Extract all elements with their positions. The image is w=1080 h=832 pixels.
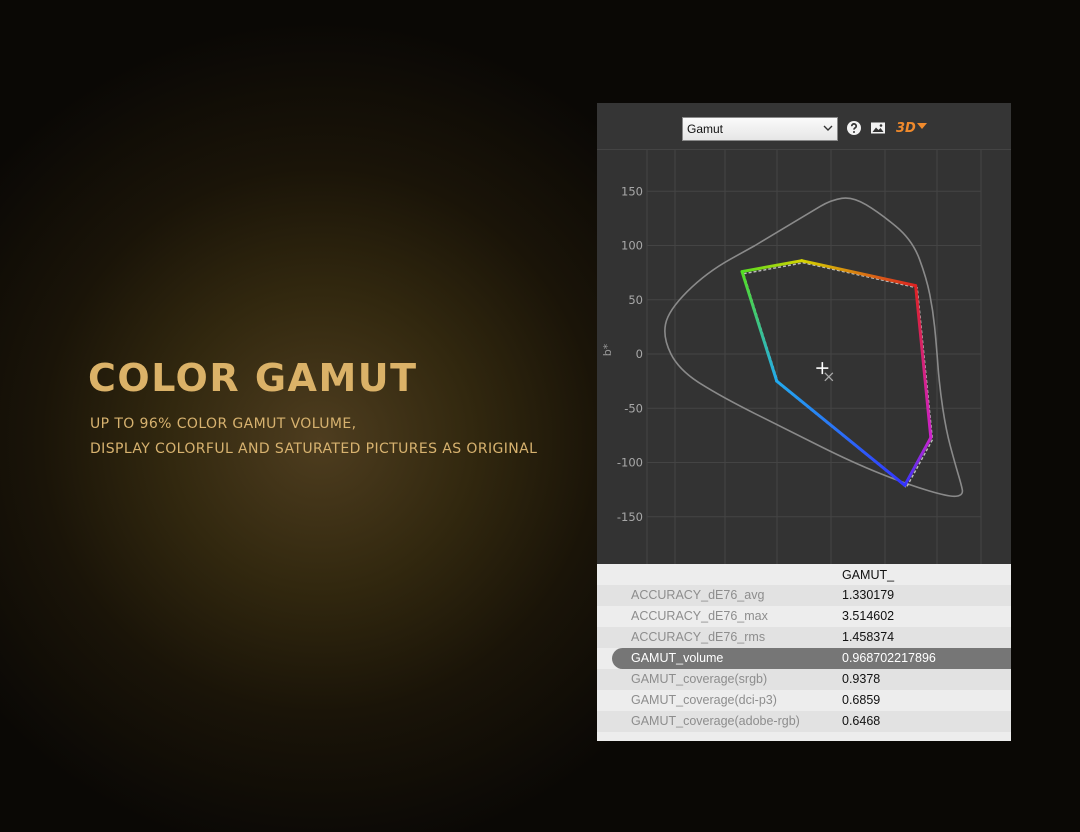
help-icon[interactable] — [846, 120, 862, 136]
image-icon[interactable] — [870, 120, 886, 136]
row-key: ACCURACY_dE76_avg — [631, 588, 765, 602]
table-row[interactable]: GAMUT_volume 0.968702217896 — [597, 648, 1011, 669]
y-tick-label: 100 — [621, 239, 643, 253]
row-value: 1.330179 — [842, 588, 895, 602]
chevron-down-icon — [823, 125, 833, 131]
row-key: GAMUT_coverage(adobe-rgb) — [631, 714, 800, 728]
row-value: 3.514602 — [842, 609, 895, 623]
panel-toolbar: Gamut 3D — [597, 103, 1011, 150]
y-tick-label: -100 — [617, 456, 643, 470]
table-column-header: GAMUT_ — [842, 568, 895, 582]
y-tick-label: -50 — [624, 401, 643, 415]
table-row[interactable]: ACCURACY_dE76_rms 1.458374 — [597, 627, 1011, 648]
gamut-chart-svg: 150 100 50 0 -50 -100 -150 b* — [601, 150, 982, 564]
row-value: 0.6468 — [842, 714, 881, 728]
gamut-edge — [914, 284, 933, 440]
y-tick-label: 0 — [636, 347, 643, 361]
hero-section: COLOR GAMUT UP TO 96% COLOR GAMUT VOLUME… — [88, 354, 568, 462]
y-axis-label: b* — [601, 343, 614, 356]
table-row[interactable]: ACCURACY_dE76_avg 1.330179 — [597, 585, 1011, 606]
y-tick-label: 150 — [621, 184, 643, 198]
row-key: GAMUT_coverage(srgb) — [631, 672, 768, 686]
3d-mode-toggle[interactable]: 3D — [896, 119, 927, 137]
reference-gamut-outline — [664, 197, 964, 498]
caret-down-icon — [917, 123, 927, 129]
target-gamut-dashed — [742, 262, 934, 489]
gamut-panel: Gamut 3D 150 100 50 0 -50 -100 -150 b* G… — [597, 103, 1011, 741]
row-key: GAMUT_volume — [631, 651, 724, 665]
hero-subtitle-line-1: UP TO 96% COLOR GAMUT VOLUME, — [90, 416, 357, 432]
view-select-value: Gamut — [687, 122, 724, 136]
y-tick-label: -150 — [617, 510, 643, 524]
chart-grid — [646, 150, 982, 564]
hero-title: COLOR GAMUT — [88, 356, 418, 400]
hero-subtitle: UP TO 96% COLOR GAMUT VOLUME, DISPLAY CO… — [88, 412, 568, 462]
y-tick-labels: 150 100 50 0 -50 -100 -150 — [617, 184, 643, 524]
gamut-edge — [800, 259, 918, 288]
table-row[interactable]: GAMUT_coverage(dci-p3) 0.6859 — [597, 690, 1011, 711]
gamut-edge — [903, 436, 933, 487]
gamut-edge — [740, 270, 779, 383]
row-value: 0.9378 — [842, 672, 881, 686]
view-select[interactable]: Gamut — [682, 117, 838, 141]
table-row[interactable]: GAMUT_coverage(srgb) 0.9378 — [597, 669, 1011, 690]
measured-gamut-polygon — [740, 259, 933, 487]
row-value: 1.458374 — [842, 630, 895, 644]
y-tick-label: 50 — [628, 293, 643, 307]
row-value: 0.6859 — [842, 693, 881, 707]
gamut-edge — [740, 259, 804, 274]
table-row[interactable]: GAMUT_coverage(adobe-rgb) 0.6468 — [597, 711, 1011, 732]
row-key: ACCURACY_dE76_rms — [631, 630, 766, 644]
3d-mode-label: 3D — [896, 121, 916, 136]
row-value: 0.968702217896 — [842, 651, 936, 665]
gamut-edge — [775, 379, 907, 487]
gamut-chart: 150 100 50 0 -50 -100 -150 b* — [597, 150, 1011, 564]
results-table: GAMUT_ ACCURACY_dE76_avg 1.330179 ACCURACY… — [597, 564, 1011, 741]
row-key: GAMUT_coverage(dci-p3) — [631, 693, 777, 707]
hero-subtitle-line-2: DISPLAY COLORFUL AND SATURATED PICTURES … — [90, 441, 538, 457]
table-row[interactable]: ACCURACY_dE76_max 3.514602 — [597, 606, 1011, 627]
center-markers — [816, 362, 834, 382]
row-key: ACCURACY_dE76_max — [631, 609, 768, 623]
